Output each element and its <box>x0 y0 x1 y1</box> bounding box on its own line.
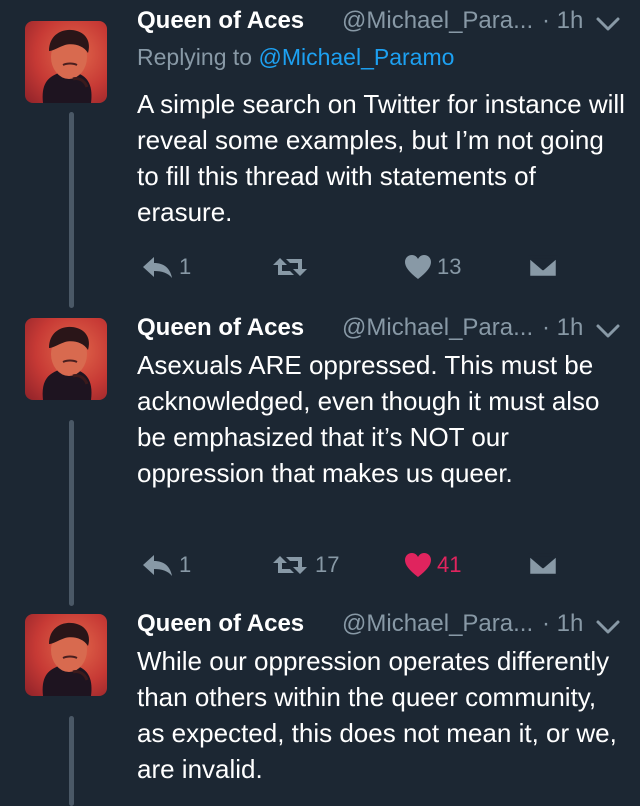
chevron-down-icon[interactable] <box>595 318 621 338</box>
tweet-header: Queen of Aces @Michael_Para... · 1h <box>137 311 627 345</box>
replying-to: Replying to @Michael_Paramo <box>137 44 454 71</box>
like-count: 41 <box>437 552 462 577</box>
tweet-header: Queen of Aces @Michael_Para... · 1h <box>137 4 627 38</box>
chevron-down-icon[interactable] <box>595 11 621 31</box>
like-button[interactable]: 41 <box>404 550 461 580</box>
author-handle[interactable]: @Michael_Para... <box>342 607 533 641</box>
like-count: 13 <box>437 254 462 279</box>
thread-line <box>69 716 74 806</box>
author-name[interactable]: Queen of Aces <box>137 311 304 345</box>
reply-icon <box>140 254 174 280</box>
reply-count: 1 <box>179 552 192 577</box>
retweet-button[interactable]: 17 <box>270 550 339 580</box>
timestamp[interactable]: · 1h <box>542 4 583 38</box>
timestamp[interactable]: · 1h <box>542 311 583 345</box>
heart-icon <box>404 254 432 280</box>
tweet-header: Queen of Aces @Michael_Para... · 1h <box>137 607 627 641</box>
replying-prefix: Replying to <box>137 44 253 70</box>
avatar[interactable] <box>25 318 107 400</box>
avatar[interactable] <box>25 21 107 103</box>
timestamp[interactable]: · 1h <box>542 607 583 641</box>
envelope-icon <box>528 254 558 280</box>
tweet-text: While our oppression operates differentl… <box>137 646 617 784</box>
dm-button[interactable] <box>528 252 558 282</box>
reply-icon <box>140 552 174 578</box>
thread-line <box>69 420 74 606</box>
dm-button[interactable] <box>528 550 558 580</box>
heart-icon <box>404 552 432 578</box>
avatar[interactable] <box>25 614 107 696</box>
author-handle[interactable]: @Michael_Para... <box>342 4 533 38</box>
retweet-button[interactable] <box>270 252 315 282</box>
like-button[interactable]: 13 <box>404 252 461 282</box>
retweet-icon <box>270 254 310 280</box>
mention-link[interactable]: @Michael_Paramo <box>258 44 454 70</box>
author-handle[interactable]: @Michael_Para... <box>342 311 533 345</box>
reply-button[interactable]: 1 <box>140 252 191 282</box>
thread-line <box>69 112 74 308</box>
retweet-count: 17 <box>315 552 340 577</box>
tweet-text: A simple search on Twitter for instance … <box>137 89 625 227</box>
author-name[interactable]: Queen of Aces <box>137 607 304 641</box>
tweet-text: Asexuals ARE oppressed. This must be ack… <box>137 350 600 488</box>
reply-button[interactable]: 1 <box>140 550 191 580</box>
reply-count: 1 <box>179 254 192 279</box>
envelope-icon <box>528 552 558 578</box>
chevron-down-icon[interactable] <box>595 614 621 634</box>
retweet-icon <box>270 552 310 578</box>
author-name[interactable]: Queen of Aces <box>137 4 304 38</box>
